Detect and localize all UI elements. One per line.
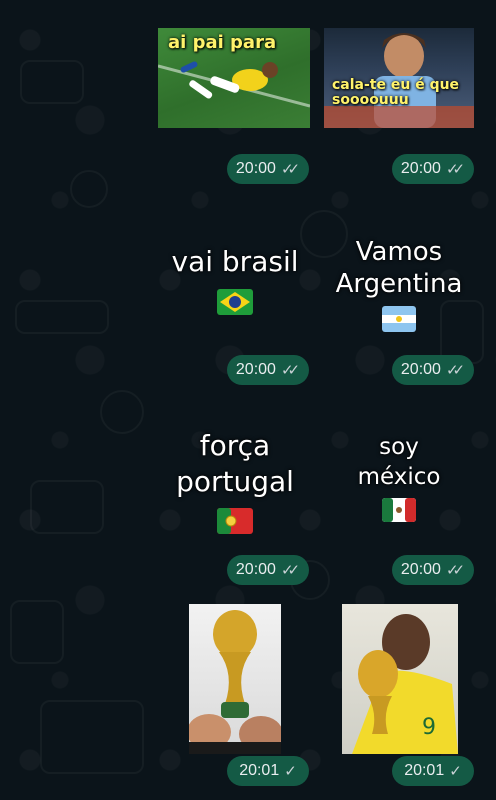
brazil-flag-icon [217, 289, 253, 315]
double-check-icon: ✓✓ [280, 362, 300, 379]
time-label: 20:00 [235, 361, 276, 378]
argentina-flag-icon [382, 306, 416, 332]
world-cup-trophy-image [189, 604, 281, 754]
sticker-text-line: Argentina [335, 269, 463, 299]
sticker-caption: ai pai para [168, 32, 277, 53]
sticker-message[interactable]: cala-te eu é que soooouuu [324, 28, 474, 128]
double-check-icon: ✓✓ [445, 161, 465, 178]
message-timestamp: 20:00 ✓✓ [392, 154, 474, 184]
sticker-text: soy méxico [324, 432, 474, 492]
wallpaper-doodle [10, 600, 64, 664]
sticker-text-line: força [199, 429, 271, 462]
time-label: 20:00 [400, 561, 441, 578]
chat-background: ai pai para cala-te eu é que soooouuu 20… [0, 0, 496, 800]
sticker-caption: cala-te eu é que soooouuu [332, 77, 460, 108]
mexico-flag-icon [382, 498, 416, 522]
football-player-falling-image: ai pai para [158, 28, 310, 128]
single-check-icon: ✓ [449, 763, 462, 780]
time-label: 20:00 [400, 160, 441, 177]
sticker-text: vai brasil [160, 245, 310, 279]
message-timestamp: 20:01 ✓ [227, 756, 309, 786]
player-illustration: 9 [352, 614, 458, 754]
sticker-text: Vamos Argentina [324, 236, 474, 300]
message-timestamp: 20:00 ✓✓ [392, 355, 474, 385]
double-check-icon: ✓✓ [445, 562, 465, 579]
wallpaper-doodle [70, 170, 108, 208]
wallpaper-doodle [20, 60, 84, 104]
sticker-text-line: portugal [176, 465, 294, 498]
sticker-message[interactable] [189, 604, 281, 754]
svg-text:9: 9 [422, 715, 436, 740]
trophy-illustration [189, 610, 281, 754]
wallpaper-doodle [30, 480, 104, 534]
sticker-message[interactable]: ai pai para [158, 28, 310, 128]
wallpaper-doodle [15, 300, 109, 334]
sticker-text-line: méxico [357, 464, 441, 490]
double-check-icon: ✓✓ [445, 362, 465, 379]
sticker-message[interactable]: Vamos Argentina [324, 236, 474, 336]
message-timestamp: 20:00 ✓✓ [227, 154, 309, 184]
sticker-message[interactable]: soy méxico [324, 432, 474, 527]
wallpaper-doodle [100, 390, 144, 434]
double-check-icon: ✓✓ [280, 161, 300, 178]
sticker-message[interactable]: 9 [342, 604, 458, 754]
message-timestamp: 20:00 ✓✓ [227, 355, 309, 385]
sticker-text-line: Vamos [355, 237, 443, 267]
time-label: 20:00 [400, 361, 441, 378]
sticker-text: força portugal [160, 428, 310, 500]
sticker-message[interactable]: força portugal [160, 428, 310, 538]
message-timestamp: 20:00 ✓✓ [392, 555, 474, 585]
player-kissing-trophy-image: 9 [342, 604, 458, 754]
football-player-shouting-image: cala-te eu é que soooouuu [324, 28, 474, 128]
sticker-message[interactable]: vai brasil [160, 245, 310, 325]
time-label: 20:01 [404, 762, 445, 779]
time-label: 20:01 [239, 762, 280, 779]
portugal-flag-icon [217, 508, 253, 534]
time-label: 20:00 [235, 561, 276, 578]
single-check-icon: ✓ [284, 763, 297, 780]
double-check-icon: ✓✓ [280, 562, 300, 579]
time-label: 20:00 [235, 160, 276, 177]
sticker-text-line: soy [379, 434, 419, 460]
message-timestamp: 20:01 ✓ [392, 756, 474, 786]
wallpaper-doodle [40, 700, 144, 774]
message-timestamp: 20:00 ✓✓ [227, 555, 309, 585]
sticker-text-line: vai brasil [171, 245, 299, 278]
